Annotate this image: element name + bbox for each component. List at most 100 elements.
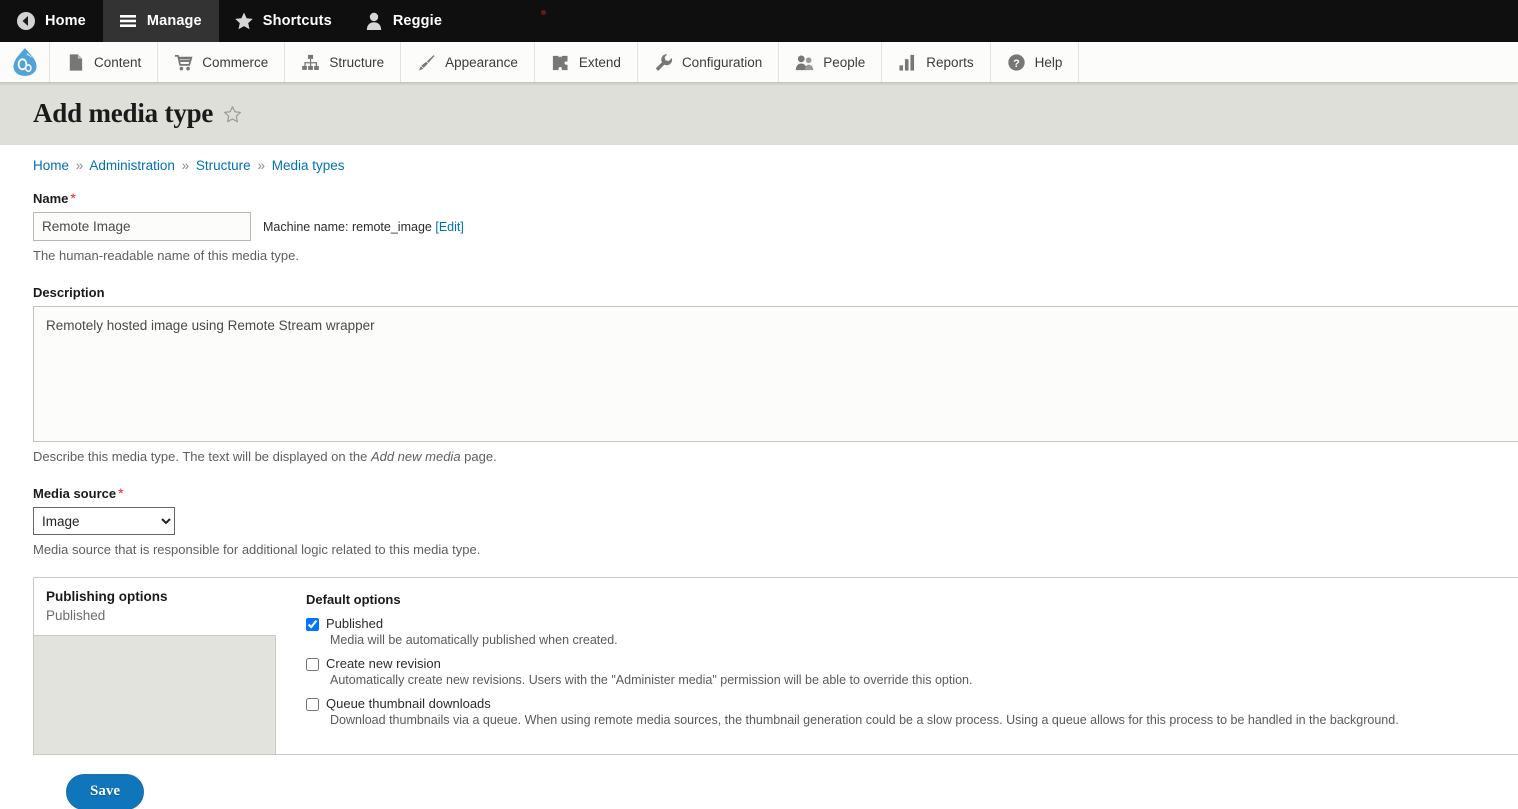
vertical-tabs-pane: Default options Published Media will be … (276, 578, 1518, 754)
media-source-help-text: Media source that is responsible for add… (33, 542, 481, 557)
description-help-text: Describe this media type. The text will … (33, 449, 1518, 464)
name-field-group: Name* Machine name: remote_image [Edit] … (33, 191, 1518, 263)
required-marker: * (70, 190, 76, 206)
name-help-text: The human-readable name of this media ty… (33, 248, 299, 263)
breadcrumb-item-home[interactable]: Home (33, 158, 69, 173)
menu-item-people-label: People (823, 54, 866, 70)
breadcrumb-separator: » (181, 158, 190, 173)
menu-item-appearance-label: Appearance (445, 54, 518, 70)
checkbox-row-queue-thumbnail-downloads[interactable]: Queue thumbnail downloads (306, 696, 1518, 711)
media-source-field-group: Media source * Image Media source that is… (33, 486, 1518, 557)
sitemap-icon (301, 53, 320, 72)
name-input[interactable] (33, 212, 251, 241)
published-checkbox[interactable] (306, 618, 319, 631)
menu-item-extend-label: Extend (578, 54, 621, 70)
menu-item-configuration[interactable]: Configuration (637, 42, 780, 82)
drupal-drop-icon (12, 48, 37, 76)
save-button[interactable]: Save (66, 774, 144, 809)
page-header-banner: Add media type (0, 83, 1518, 145)
menu-item-appearance[interactable]: Appearance (401, 42, 535, 82)
admin-toolbar: Home Manage Shortcuts Reggie (0, 0, 1518, 42)
toolbar-tab-user-label: Reggie (392, 13, 443, 29)
create-new-revision-checkbox-label[interactable]: Create new revision (326, 656, 441, 671)
name-row: Machine name: remote_image [Edit] (33, 212, 1518, 241)
menu-item-help-label: Help (1034, 54, 1063, 70)
required-marker: * (118, 485, 124, 501)
machine-name-edit-link[interactable]: [Edit] (435, 220, 464, 234)
wrench-icon (654, 53, 673, 72)
default-options-heading: Default options (306, 592, 401, 607)
breadcrumb-separator: » (257, 158, 265, 173)
menu-item-structure-label: Structure (329, 54, 385, 70)
description-label: Description (33, 285, 105, 300)
description-field-group: Description Describe this media type. Th… (33, 285, 1518, 464)
machine-name-display: Machine name: remote_image [Edit] (263, 220, 464, 234)
bar-chart-icon (898, 53, 917, 72)
menu-item-people[interactable]: People (779, 42, 883, 82)
name-label-text: Name (33, 191, 69, 206)
breadcrumb-separator: » (75, 158, 84, 173)
menu-item-reports-label: Reports (926, 54, 974, 70)
checkbox-row-create-new-revision[interactable]: Create new revision (306, 656, 1518, 671)
menu-item-commerce-label: Commerce (202, 54, 269, 70)
vertical-tabs-menu: Publishing options Published (34, 578, 276, 754)
description-textarea[interactable] (33, 306, 1518, 442)
create-new-revision-checkbox[interactable] (306, 658, 319, 671)
page-title: Add media type (33, 98, 214, 128)
queue-thumbnail-downloads-checkbox[interactable] (306, 698, 319, 711)
name-label: Name * (33, 191, 1518, 206)
toolbar-tab-manage[interactable]: Manage (102, 0, 219, 42)
bookmark-star-icon[interactable] (223, 105, 242, 124)
add-media-type-form: Name* Machine name: remote_image [Edit] … (0, 173, 1518, 809)
description-textarea-wrapper (0, 306, 1518, 442)
breadcrumb-item-media-types[interactable]: Media types (272, 158, 345, 173)
published-checkbox-description: Media will be automatically published wh… (330, 633, 618, 647)
menu-item-reports[interactable]: Reports (882, 42, 991, 82)
queue-thumbnail-downloads-checkbox-description: Download thumbnails via a queue. When us… (330, 713, 1399, 727)
drupal-logo[interactable] (0, 42, 50, 82)
notification-dot-icon (541, 10, 546, 15)
star-icon (234, 11, 254, 31)
vertical-tabs: Publishing options Published Default opt… (33, 577, 1518, 755)
machine-name-value: remote_image (351, 219, 432, 234)
media-source-select[interactable]: Image (33, 507, 175, 535)
queue-thumbnail-downloads-checkbox-label[interactable]: Queue thumbnail downloads (326, 696, 491, 711)
toolbar-tab-shortcuts[interactable]: Shortcuts (219, 0, 349, 42)
menu-item-content[interactable]: Content (50, 42, 159, 82)
admin-menu-bar: Content Commerce Structure Appearance Ex… (0, 42, 1518, 83)
toolbar-tab-shortcuts-label: Shortcuts (262, 13, 332, 29)
vertical-tab-title: Publishing options (46, 589, 168, 604)
main-content: Home » Administration » Structure » Medi… (0, 145, 1518, 809)
menu-bar-filler (1079, 42, 1518, 82)
menu-item-content-label: Content (94, 54, 142, 70)
menu-item-configuration-label: Configuration (681, 54, 763, 70)
create-new-revision-checkbox-description: Automatically create new revisions. User… (330, 673, 973, 687)
hamburger-icon (118, 11, 138, 31)
menu-item-help[interactable]: ? Help (990, 42, 1080, 82)
vertical-tab-summary: Published (46, 608, 106, 623)
toolbar-tab-manage-label: Manage (146, 13, 202, 29)
breadcrumb-item-administration[interactable]: Administration (89, 158, 175, 173)
description-help-before: Describe this media type. The text will … (33, 449, 371, 464)
toolbar-tab-user[interactable]: Reggie (349, 0, 459, 42)
media-source-label-text: Media source (33, 486, 117, 501)
people-icon (795, 53, 814, 72)
menu-item-extend[interactable]: Extend (534, 42, 638, 82)
puzzle-piece-icon (551, 53, 570, 72)
breadcrumb-item-structure[interactable]: Structure (196, 158, 251, 173)
question-mark-icon: ? (1007, 53, 1026, 72)
file-icon (66, 53, 85, 72)
description-help-after: page. (460, 449, 497, 464)
toolbar-tab-home-label: Home (45, 13, 86, 29)
machine-name-prefix: Machine name: (263, 219, 349, 234)
menu-item-commerce[interactable]: Commerce (158, 42, 286, 82)
vertical-tab-publishing-options[interactable]: Publishing options Published (34, 578, 276, 636)
menu-item-structure[interactable]: Structure (285, 42, 402, 82)
paintbrush-icon (417, 53, 436, 72)
form-actions: Save (33, 755, 1518, 809)
published-checkbox-label[interactable]: Published (326, 616, 383, 631)
toolbar-tab-home[interactable]: Home (0, 0, 103, 42)
svg-text:?: ? (1013, 57, 1020, 69)
checkbox-row-published[interactable]: Published (306, 616, 1518, 631)
description-help-emphasis: Add new media (370, 449, 461, 464)
